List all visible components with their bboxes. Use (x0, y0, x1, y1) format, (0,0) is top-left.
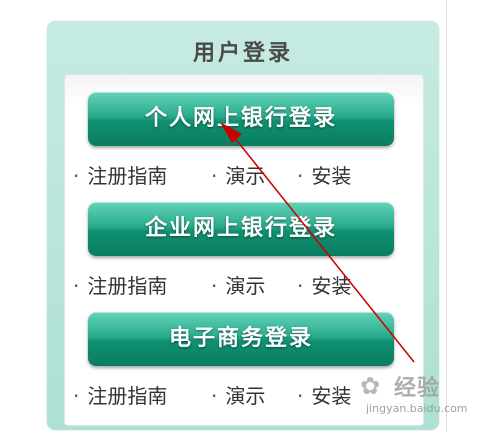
corporate-online-banking-login-button[interactable]: 企业网上银行登录 (88, 202, 394, 256)
corporate-demo-link[interactable]: · 演示 (211, 271, 265, 301)
personal-banking-links: · 注册指南 · 演示 · 安装 (69, 161, 419, 191)
baidu-jingyan-watermark: ✿ 经验 jingyan.baidu.com (342, 370, 492, 426)
right-frame-line (446, 0, 447, 432)
corporate-register-guide-link[interactable]: · 注册指南 (73, 271, 167, 301)
personal-register-guide-link[interactable]: · 注册指南 (73, 161, 167, 191)
user-login-panel: 用户登录 个人网上银行登录 · 注册指南 · 演示 · 安装 企业网上银行登录 · 注册… (47, 21, 439, 430)
watermark-url: jingyan.baidu.com (366, 402, 468, 415)
corporate-install-link[interactable]: · 安装 (297, 271, 351, 301)
panel-title: 用户登录 (192, 41, 293, 66)
ecommerce-register-guide-link[interactable]: · 注册指南 (73, 381, 167, 411)
personal-demo-link[interactable]: · 演示 (211, 161, 265, 191)
personal-install-link[interactable]: · 安装 (297, 161, 351, 191)
ecommerce-demo-link[interactable]: · 演示 (211, 381, 265, 411)
ecommerce-login-button[interactable]: 电子商务登录 (88, 312, 394, 366)
paw-icon: ✿ (360, 372, 381, 400)
corporate-banking-links: · 注册指南 · 演示 · 安装 (69, 271, 419, 301)
watermark-logo: 经验 (394, 376, 441, 401)
personal-online-banking-login-button[interactable]: 个人网上银行登录 (88, 92, 394, 146)
